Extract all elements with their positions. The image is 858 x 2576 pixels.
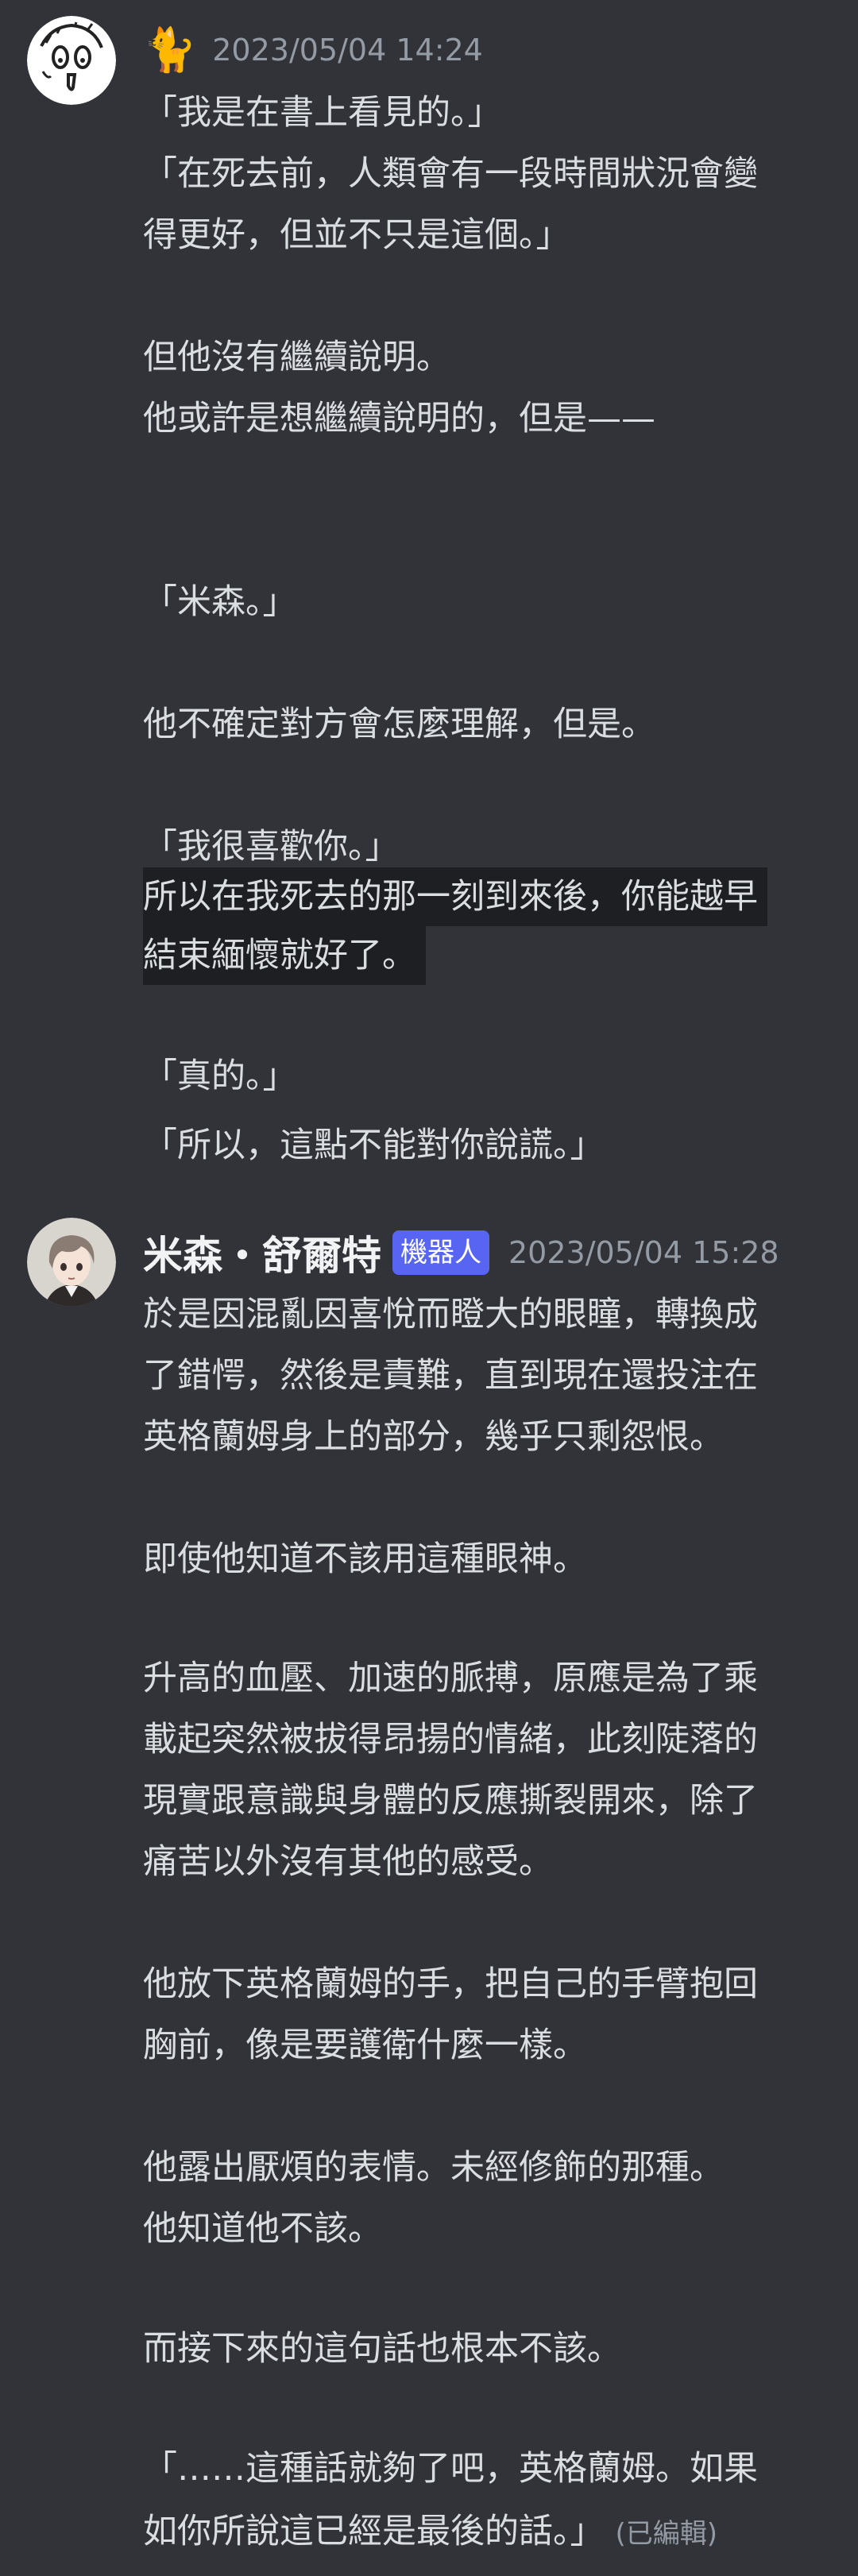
message-line: 即使他知道不該用這種眼神。 [143, 1539, 587, 1579]
message-line: 「米森。」 [143, 582, 297, 622]
message-line-highlighted: 結束緬懷就好了。 [143, 926, 426, 985]
message-line: 胸前，像是要護衛什麼一樣。 [143, 2026, 587, 2065]
message-line-highlighted: 所以在我死去的那一刻到來後，你能越早 [143, 867, 767, 926]
message-line-last: 如你所說這已經是最後的話。」 (已編輯) [143, 2502, 717, 2561]
message-line: 了錯愕，然後是責難，直到現在還投注在 [143, 1356, 758, 1396]
message-line: 他知道他不該。 [143, 2209, 382, 2249]
message-line: 升高的血壓、加速的脈搏，原應是為了乘 [143, 1659, 758, 1698]
bot-tag-badge: 機器人 [392, 1230, 489, 1275]
message-text: 如你所說這已經是最後的話。」 [143, 2512, 605, 2551]
message-line: 「在死去前，人類會有一段時間狀況會變 [143, 154, 758, 194]
message-line: 但他沒有繼續說明。 [143, 338, 450, 377]
message-line: 他或許是想繼續說明的，但是—— [143, 399, 655, 438]
message-line: 痛苦以外沒有其他的感受。 [143, 1842, 553, 1882]
anime-character-avatar-icon [27, 1218, 116, 1307]
avatar[interactable] [27, 16, 116, 105]
doodle-face-avatar-icon [27, 16, 116, 105]
message-line: 「我是在書上看見的。」 [143, 93, 502, 133]
message-line: 英格蘭姆身上的部分，幾乎只剩怨恨。 [143, 1417, 724, 1457]
message-line: 「所以，這點不能對你說謊。」 [143, 1126, 605, 1165]
message-line: 現實跟意識與身體的反應撕裂開來，除了 [143, 1781, 758, 1821]
timestamp: 2023/05/04 14:24 [212, 33, 483, 68]
message-line: 於是因混亂因喜悅而瞪大的眼瞳，轉換成 [143, 1295, 758, 1334]
avatar[interactable] [27, 1218, 116, 1307]
message-header: 🐈 2023/05/04 14:24 [143, 22, 483, 78]
cat-icon: 🐈 [143, 25, 197, 75]
message-line: 他放下英格蘭姆的手，把自己的手臂抱回 [143, 1964, 758, 2004]
edited-label: (已編輯) [615, 2518, 718, 2550]
message-line: 載起突然被拔得昂揚的情緒，此刻陡落的 [143, 1720, 758, 1759]
message-line: 他不確定對方會怎麼理解，但是。 [143, 705, 655, 744]
message-line: 他露出厭煩的表情。未經修飾的那種。 [143, 2148, 724, 2188]
username[interactable]: 米森・舒爾特 [143, 1224, 381, 1281]
message-line: 得更好，但並不只是這個。」 [143, 215, 570, 255]
message-line: 而接下來的這句話也根本不該。 [143, 2329, 621, 2369]
message-line: 「真的。」 [143, 1056, 297, 1096]
message-line: 「……這種話就夠了吧，英格蘭姆。如果 [143, 2449, 758, 2489]
message-header: 米森・舒爾特 機器人 2023/05/04 15:28 [143, 1225, 779, 1280]
timestamp: 2023/05/04 15:28 [508, 1235, 779, 1270]
